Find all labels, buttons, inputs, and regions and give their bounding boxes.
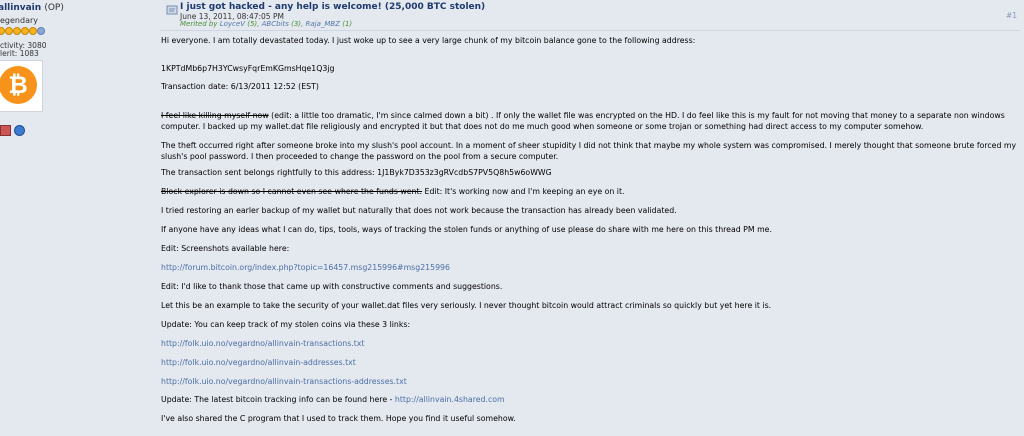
poster-info: allinvain (OP) egendary ctivity: 3080 le… (0, 0, 150, 436)
post-icon (166, 5, 178, 15)
post-title[interactable]: I just got hacked - any help is welcome!… (180, 2, 485, 12)
op-tag: (OP) (44, 3, 64, 13)
merit-user[interactable]: ABCbits (262, 20, 289, 28)
profile-icon[interactable] (0, 125, 11, 136)
paragraph-text: Edit: It's working now and I'm keeping a… (422, 187, 625, 196)
forum-post: allinvain (OP) egendary ctivity: 3080 le… (0, 0, 1024, 436)
merit-stat: lerit: 1083 (0, 49, 39, 58)
paragraph: I feel like killing myself now (edit: a … (161, 110, 1021, 132)
paragraph: Let this be an example to take the secur… (161, 301, 772, 310)
addresses-link[interactable]: http://folk.uio.no/vegardno/allinvain-ad… (161, 357, 1021, 368)
avatar[interactable]: ₿ (0, 60, 43, 112)
strikethrough-text: Block explorer is down so I cannot even … (161, 187, 423, 196)
tracking-link[interactable]: http://allinvain.4shared.com (395, 395, 505, 404)
screenshots-link[interactable]: http://forum.bitcoin.org/index.php?topic… (161, 262, 1021, 273)
poster-name-link[interactable]: allinvain (0, 3, 41, 13)
star-icon (13, 27, 21, 35)
merit-user[interactable]: LoyceV (220, 20, 245, 28)
rank-stars (0, 27, 45, 35)
paragraph: The theft occurred right after someone b… (161, 141, 1017, 161)
paragraph: Update: The latest bitcoin tracking info… (161, 394, 1021, 405)
merit-user[interactable]: Raja_MBZ (305, 20, 340, 28)
paragraph: Edit: I'd like to thank those that came … (161, 282, 503, 291)
paragraph: Hi everyone. I am totally devastated tod… (161, 36, 696, 45)
merit-count: (3) (291, 20, 302, 28)
star-icon (29, 27, 37, 35)
merit-count: (5) (247, 20, 258, 28)
poster-name-line: allinvain (OP) (0, 3, 64, 13)
paragraph: The transaction sent belongs rightfully … (161, 168, 552, 177)
paragraph: Edit: Screenshots available here: (161, 244, 290, 253)
paragraph: I've also shared the C program that I us… (161, 414, 516, 423)
paragraph: Block explorer is down so I cannot even … (161, 186, 1021, 197)
transactions-link[interactable]: http://folk.uio.no/vegardno/allinvain-tr… (161, 338, 1021, 349)
poster-icons (0, 120, 25, 139)
paragraph: I tried restoring an earler backup of my… (161, 206, 677, 215)
transactions-addresses-link[interactable]: http://folk.uio.no/vegardno/allinvain-tr… (161, 376, 1021, 387)
merit-count: (1) (342, 20, 353, 28)
merited-label: Merited by (180, 20, 218, 28)
website-icon[interactable] (14, 125, 25, 136)
header-divider (160, 30, 1020, 31)
star-icon (37, 27, 45, 35)
paragraph-text: Update: The latest bitcoin tracking info… (161, 395, 395, 404)
star-icon (5, 27, 13, 35)
star-icon (21, 27, 29, 35)
strikethrough-text: I feel like killing myself now (161, 111, 269, 120)
paragraph: Update: You can keep track of my stolen … (161, 320, 411, 329)
paragraph: If anyone have any ideas what I can do, … (161, 225, 772, 234)
post-number[interactable]: #1 (1006, 11, 1017, 20)
paragraph-text: (edit: a little too dramatic, I'm since … (161, 111, 1005, 131)
bitcoin-logo-icon: ₿ (0, 66, 37, 104)
poster-rank: egendary (0, 16, 38, 25)
address-text: 1KPTdMb6p7H3YCwsyFqrEmKGmsHqe1Q3jg (161, 64, 335, 73)
transaction-date: Transaction date: 6/13/2011 12:52 (EST) (161, 82, 319, 91)
merited-by: Merited by LoyceV (5), ABCbits (3), Raja… (180, 20, 353, 28)
